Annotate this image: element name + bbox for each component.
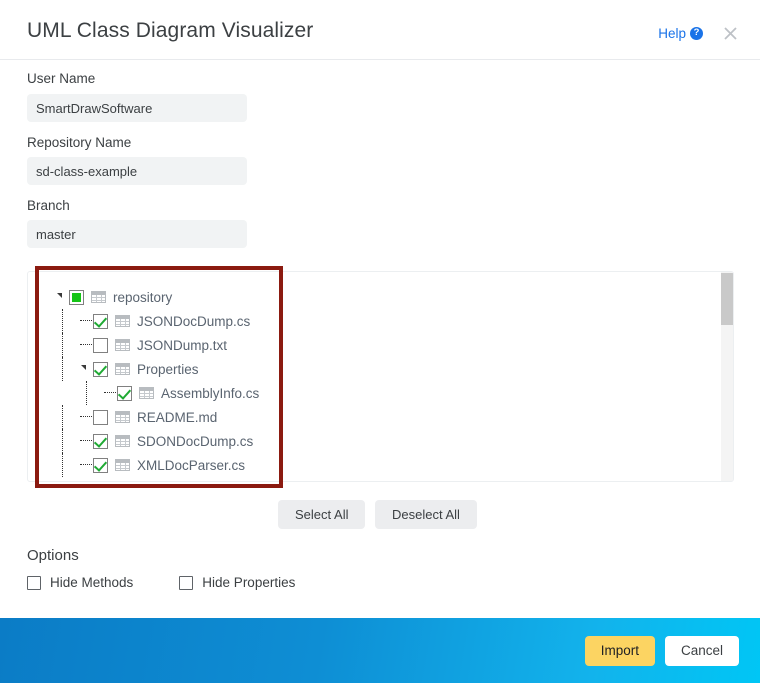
- table-icon: [115, 363, 130, 375]
- tree-guide-line: [62, 333, 63, 357]
- user-name-label: User Name: [27, 71, 95, 86]
- page-title: UML Class Diagram Visualizer: [27, 19, 313, 43]
- options-row: Hide Methods Hide Properties: [27, 575, 295, 590]
- table-icon: [115, 459, 130, 471]
- hide-properties-checkbox[interactable]: [179, 576, 193, 590]
- tree-item[interactable]: README.md: [28, 405, 716, 429]
- hide-properties-label: Hide Properties: [202, 575, 295, 590]
- tree-item-checkbox[interactable]: [117, 386, 132, 401]
- dialog-footer: Import Cancel: [0, 618, 760, 683]
- tree-guide-line: [62, 405, 63, 429]
- tree-item-label: AssemblyInfo.cs: [161, 386, 259, 401]
- tree-item[interactable]: XMLDocParser.cs: [28, 453, 716, 477]
- tree-expand-arrow-icon[interactable]: [80, 357, 93, 381]
- tree-item-label: SDONDocDump.cs: [137, 434, 253, 449]
- select-all-button[interactable]: Select All: [278, 500, 365, 529]
- help-label: Help: [658, 26, 686, 41]
- tree-item-label: XMLDocParser.cs: [137, 458, 245, 473]
- tree-item[interactable]: SDONDocDump.cs: [28, 429, 716, 453]
- tree-item-checkbox[interactable]: [93, 362, 108, 377]
- tree-scrollbar-thumb[interactable]: [721, 273, 733, 325]
- table-icon: [91, 291, 106, 303]
- table-icon: [115, 339, 130, 351]
- tree-guide-line: [62, 429, 63, 453]
- tree-item-checkbox[interactable]: [93, 410, 108, 425]
- tree-connector: [80, 429, 93, 453]
- table-icon: [139, 387, 154, 399]
- tree-item-label: JSONDump.txt: [137, 338, 227, 353]
- tree-item[interactable]: repository: [28, 285, 716, 309]
- hide-methods-option[interactable]: Hide Methods: [27, 575, 133, 590]
- user-name-input[interactable]: [27, 94, 247, 122]
- options-heading: Options: [27, 547, 79, 564]
- tree-guide-line: [62, 357, 63, 381]
- tree-item-label: Properties: [137, 362, 199, 377]
- deselect-all-button[interactable]: Deselect All: [375, 500, 477, 529]
- tree-connector: [80, 405, 93, 429]
- tree-expand-arrow-icon[interactable]: [56, 285, 69, 309]
- header-actions: Help ?: [658, 22, 741, 44]
- tree-connector: [104, 381, 117, 405]
- branch-input[interactable]: [27, 220, 247, 248]
- branch-label: Branch: [27, 198, 70, 213]
- tree-item[interactable]: JSONDocDump.cs: [28, 309, 716, 333]
- tree-connector: [80, 333, 93, 357]
- dialog-root: UML Class Diagram Visualizer Help ? User…: [0, 0, 760, 683]
- file-tree[interactable]: repository JSONDocDump.cs JSONDump.txt Prop…: [28, 272, 716, 481]
- tree-guide-line: [62, 453, 63, 477]
- import-button[interactable]: Import: [585, 636, 655, 666]
- hide-methods-label: Hide Methods: [50, 575, 133, 590]
- tree-guide-line: [62, 309, 63, 333]
- help-link[interactable]: Help ?: [658, 26, 703, 41]
- hide-methods-checkbox[interactable]: [27, 576, 41, 590]
- tree-item[interactable]: JSONDump.txt: [28, 333, 716, 357]
- close-icon[interactable]: [719, 22, 741, 44]
- tree-item-checkbox[interactable]: [69, 290, 84, 305]
- tree-item-label: JSONDocDump.cs: [137, 314, 250, 329]
- table-icon: [115, 315, 130, 327]
- tree-guide-line: [86, 381, 87, 405]
- dialog-header: UML Class Diagram Visualizer Help ?: [0, 0, 760, 60]
- tree-item-label: README.md: [137, 410, 217, 425]
- tree-scrollbar[interactable]: [721, 272, 733, 481]
- tree-item-checkbox[interactable]: [93, 338, 108, 353]
- help-question-icon: ?: [690, 27, 703, 40]
- hide-properties-option[interactable]: Hide Properties: [179, 575, 295, 590]
- table-icon: [115, 435, 130, 447]
- tree-item-label: repository: [113, 290, 172, 305]
- tree-connector: [80, 309, 93, 333]
- repository-name-input[interactable]: [27, 157, 247, 185]
- cancel-button[interactable]: Cancel: [665, 636, 739, 666]
- tree-item-checkbox[interactable]: [93, 458, 108, 473]
- tree-connector: [80, 453, 93, 477]
- tree-item[interactable]: Properties: [28, 357, 716, 381]
- table-icon: [115, 411, 130, 423]
- tree-item-checkbox[interactable]: [93, 314, 108, 329]
- tree-item[interactable]: AssemblyInfo.cs: [28, 381, 716, 405]
- repository-name-label: Repository Name: [27, 135, 131, 150]
- file-tree-panel: repository JSONDocDump.cs JSONDump.txt Prop…: [27, 271, 734, 482]
- tree-item-checkbox[interactable]: [93, 434, 108, 449]
